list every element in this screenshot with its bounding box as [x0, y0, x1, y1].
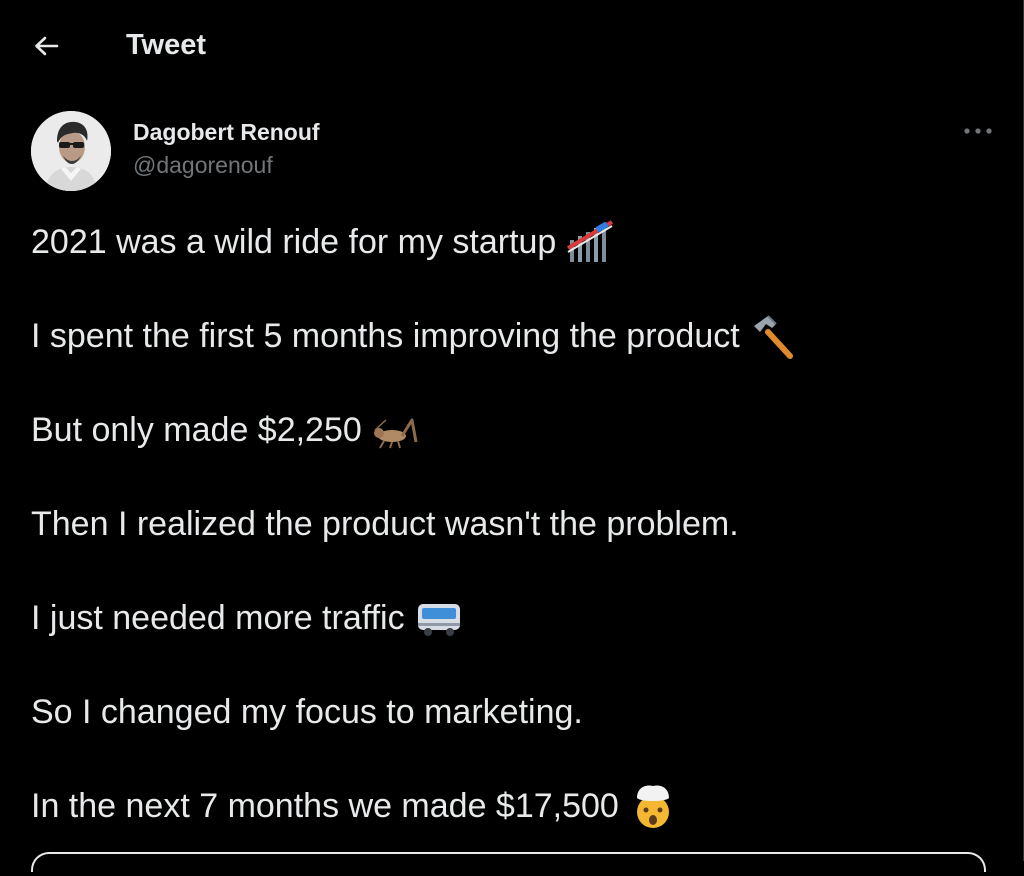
back-button[interactable] — [26, 26, 66, 66]
tweet-line: I just needed more traffic — [31, 594, 991, 642]
more-horizontal-icon — [964, 128, 992, 134]
tweet-line: But only made $2,250 — [31, 406, 991, 454]
exploding-head-icon — [636, 785, 669, 828]
tweet-detail-page: Tweet Dagobert Renouf @dagorenouf 2021 w… — [0, 0, 1024, 872]
tweet-line: I spent the first 5 months improving the… — [31, 312, 991, 360]
tweet-line-text: I just needed more traffic — [31, 599, 405, 637]
author-display-name[interactable]: Dagobert Renouf — [133, 118, 320, 146]
bus-icon — [417, 604, 460, 636]
profile-photo — [31, 111, 111, 191]
tweet-line-text: 2021 was a wild ride for my startup — [31, 223, 557, 261]
tweet-line-text: In the next 7 months we made $17,500 — [31, 787, 619, 825]
avatar[interactable] — [31, 111, 111, 191]
arrow-left-icon — [35, 36, 59, 56]
tweet-line: So I changed my focus to marketing. — [31, 688, 991, 736]
tweet-line: In the next 7 months we made $17,500 — [31, 782, 991, 830]
tweet-author: Dagobert Renouf @dagorenouf — [31, 111, 992, 191]
tweet-line-text: So I changed my focus to marketing. — [31, 693, 583, 731]
tweet-line: Then I realized the product wasn't the p… — [31, 500, 991, 548]
tweet-line-text: I spent the first 5 months improving the… — [31, 317, 740, 355]
page-title: Tweet — [126, 29, 207, 61]
media-card-edge[interactable] — [31, 852, 986, 872]
tweet-line: 2021 was a wild ride for my startup — [31, 218, 991, 266]
tweet-line-text: But only made $2,250 — [31, 411, 362, 449]
roller-coaster-icon — [567, 220, 614, 262]
cricket-icon — [373, 418, 418, 449]
hammer-icon — [753, 315, 793, 359]
author-handle[interactable]: @dagorenouf — [133, 151, 273, 179]
top-bar: Tweet — [0, 0, 1023, 90]
tweet-text: 2021 was a wild ride for my startup I sp… — [31, 218, 991, 876]
more-options-button[interactable] — [961, 117, 995, 145]
tweet-line-text: Then I realized the product wasn't the p… — [31, 505, 739, 543]
